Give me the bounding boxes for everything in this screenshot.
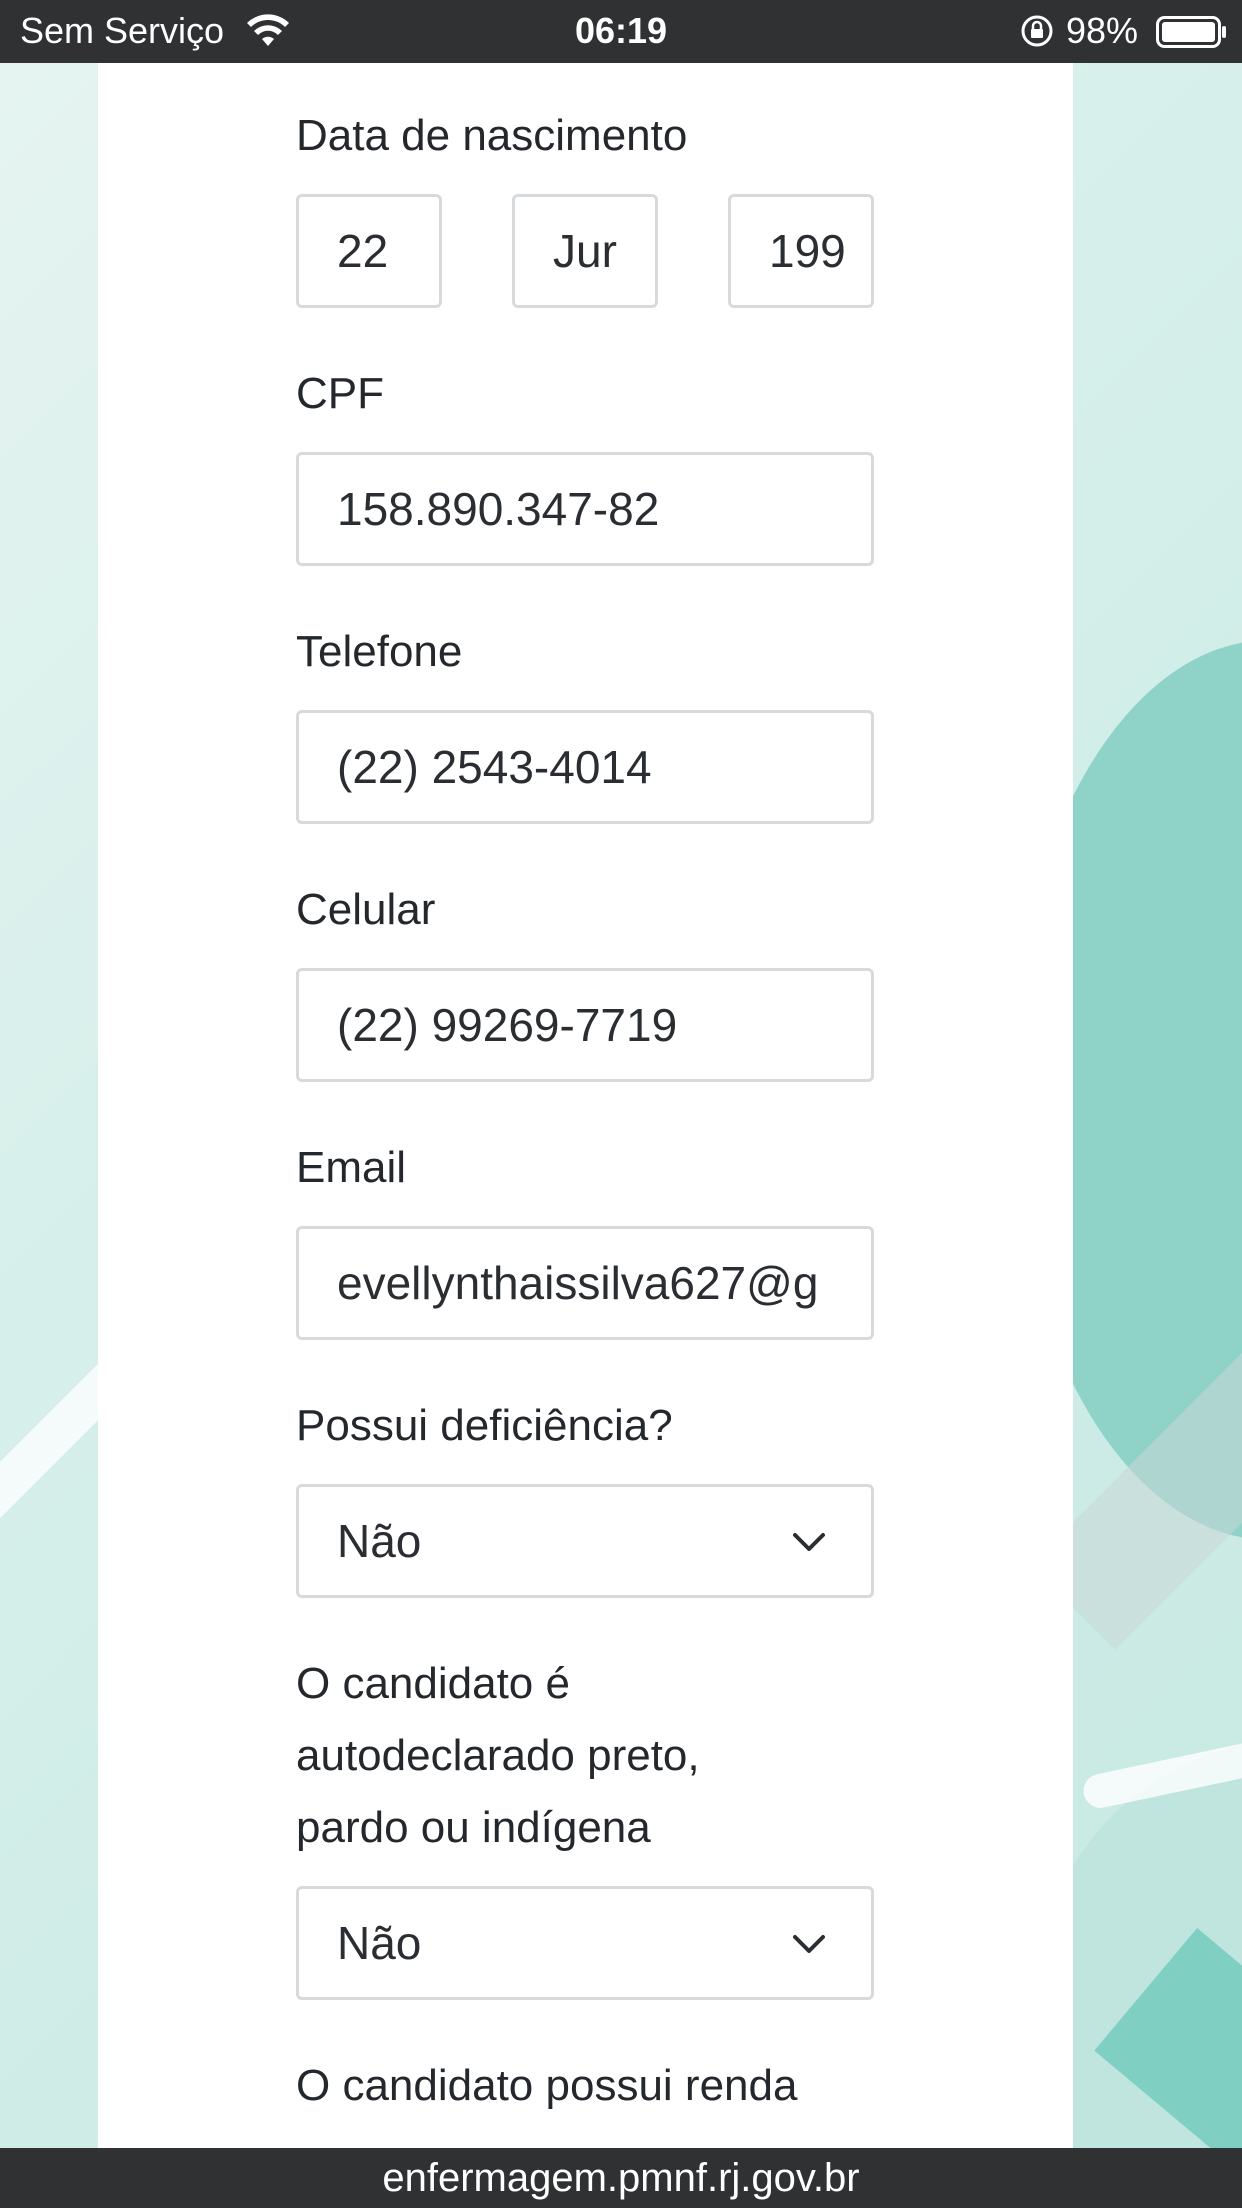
birth-date-label: Data de nascimento xyxy=(296,111,688,160)
email-input[interactable]: evellynthaissilva627@g xyxy=(296,1226,874,1340)
race-selected-value: Não xyxy=(337,1917,422,1969)
race-select[interactable]: Não xyxy=(296,1886,874,2000)
disability-selected-value: Não xyxy=(337,1515,422,1567)
disability-label: Possui deficiência? xyxy=(296,1401,673,1450)
birth-year-input[interactable]: 199 xyxy=(728,194,874,308)
rotation-lock-icon xyxy=(1021,15,1053,47)
url-bar[interactable]: enfermagem.pmnf.rj.gov.br xyxy=(0,2148,1242,2208)
cpf-label: CPF xyxy=(296,369,384,418)
income-label: O candidato possui renda xyxy=(296,2061,798,2110)
mobile-label: Celular xyxy=(296,885,436,934)
chevron-down-icon xyxy=(793,1935,825,1953)
url-text: enfermagem.pmnf.rj.gov.br xyxy=(382,2156,860,2200)
chevron-down-icon xyxy=(793,1533,825,1551)
clock: 06:19 xyxy=(574,10,668,51)
mobile-input[interactable]: (22) 99269-7719 xyxy=(296,968,874,1082)
battery-icon xyxy=(1156,16,1226,48)
cpf-input[interactable]: 158.890.347-82 xyxy=(296,452,874,566)
race-label-line1: O candidato é xyxy=(296,1659,570,1708)
battery-percentage: 98% xyxy=(1066,10,1139,51)
birth-month-select[interactable]: Jur xyxy=(512,194,658,308)
disability-select[interactable]: Não xyxy=(296,1484,874,1598)
status-bar: Sem Serviço 06:19 98% xyxy=(0,0,1242,63)
race-label-line2: autodeclarado preto, xyxy=(296,1731,700,1780)
email-label: Email xyxy=(296,1143,407,1192)
phone-label: Telefone xyxy=(296,627,463,676)
phone-input[interactable]: (22) 2543-4014 xyxy=(296,710,874,824)
birth-day-input[interactable]: 22 xyxy=(296,194,442,308)
race-label-line3: pardo ou indígena xyxy=(296,1803,651,1852)
